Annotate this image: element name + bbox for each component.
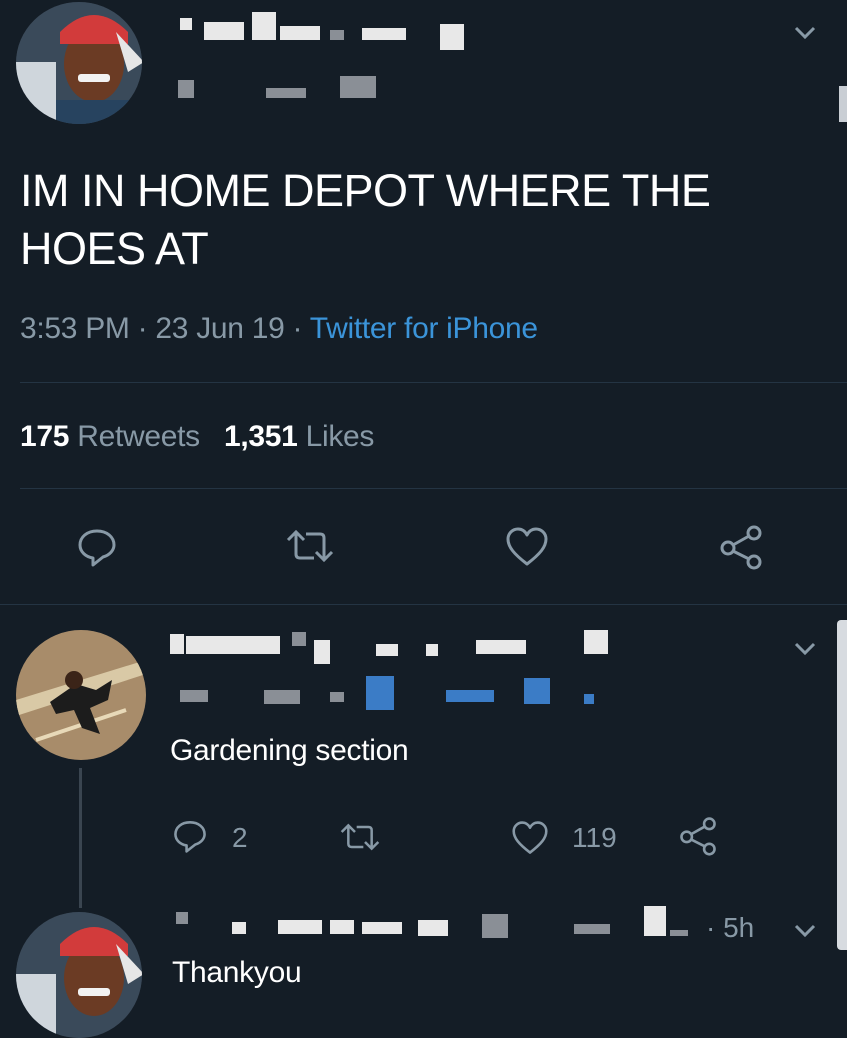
reply-retweet-button[interactable]: [338, 822, 382, 852]
tweet-source-link[interactable]: Twitter for iPhone: [310, 312, 538, 345]
like-stat[interactable]: 1,351 Likes: [224, 420, 374, 453]
heart-icon: [512, 821, 548, 854]
meta-separator: ·: [137, 312, 148, 345]
thread-connector: [79, 768, 82, 908]
reply2-more-chevron-icon[interactable]: [794, 924, 816, 938]
retweet-count: 175: [20, 420, 70, 453]
reply-text: Gardening section: [170, 734, 409, 767]
tweet-text: IM IN HOME DEPOT WHERE THE HOES AT: [20, 165, 711, 274]
reply-more-chevron-icon[interactable]: [794, 642, 816, 656]
like-count: 1,351: [223, 420, 298, 453]
reply2-time: · 5h: [706, 912, 755, 943]
scroll-indicator: [839, 86, 847, 122]
more-chevron-icon[interactable]: [794, 26, 816, 40]
reply2-time-value: 5h: [723, 912, 755, 943]
meta-separator: ·: [292, 312, 303, 345]
speech-bubble-icon: [174, 821, 206, 853]
like-button[interactable]: [504, 526, 550, 568]
tweet-time: 3:53 PM: [20, 312, 130, 345]
reply-avatar[interactable]: [16, 630, 146, 760]
retweet-label: Retweets: [77, 420, 200, 453]
retweet-button[interactable]: [284, 528, 336, 564]
like-label: Likes: [305, 420, 375, 453]
retweet-icon: [340, 823, 380, 851]
reply-reply-count: 2: [232, 822, 248, 853]
share-button[interactable]: [718, 524, 764, 570]
retweet-stat[interactable]: 175 Retweets: [20, 420, 200, 453]
reply-share-button[interactable]: [678, 816, 718, 856]
tweet-meta: 3:53 PM · 23 Jun 19 · Twitter for iPhone: [20, 312, 538, 346]
divider: [20, 488, 847, 489]
share-icon: [680, 817, 716, 856]
reply-button[interactable]: [76, 526, 118, 568]
divider: [0, 604, 847, 605]
reply-like-count: 119: [572, 822, 617, 853]
heart-icon: [506, 527, 548, 566]
tweet-stats: 175 Retweets 1,351 Likes: [20, 420, 374, 454]
author-avatar[interactable]: [16, 2, 142, 124]
retweet-icon: [286, 529, 334, 563]
reply-reply-button[interactable]: [172, 818, 208, 854]
reply-like-button[interactable]: [510, 820, 550, 856]
divider: [20, 382, 847, 383]
scrollbar[interactable]: [837, 620, 847, 950]
speech-bubble-icon: [78, 529, 116, 567]
share-icon: [720, 525, 762, 570]
tweet-date: 23 Jun 19: [155, 312, 285, 345]
reply2-avatar[interactable]: [16, 912, 142, 1038]
reply2-text: Thankyou: [172, 956, 302, 989]
